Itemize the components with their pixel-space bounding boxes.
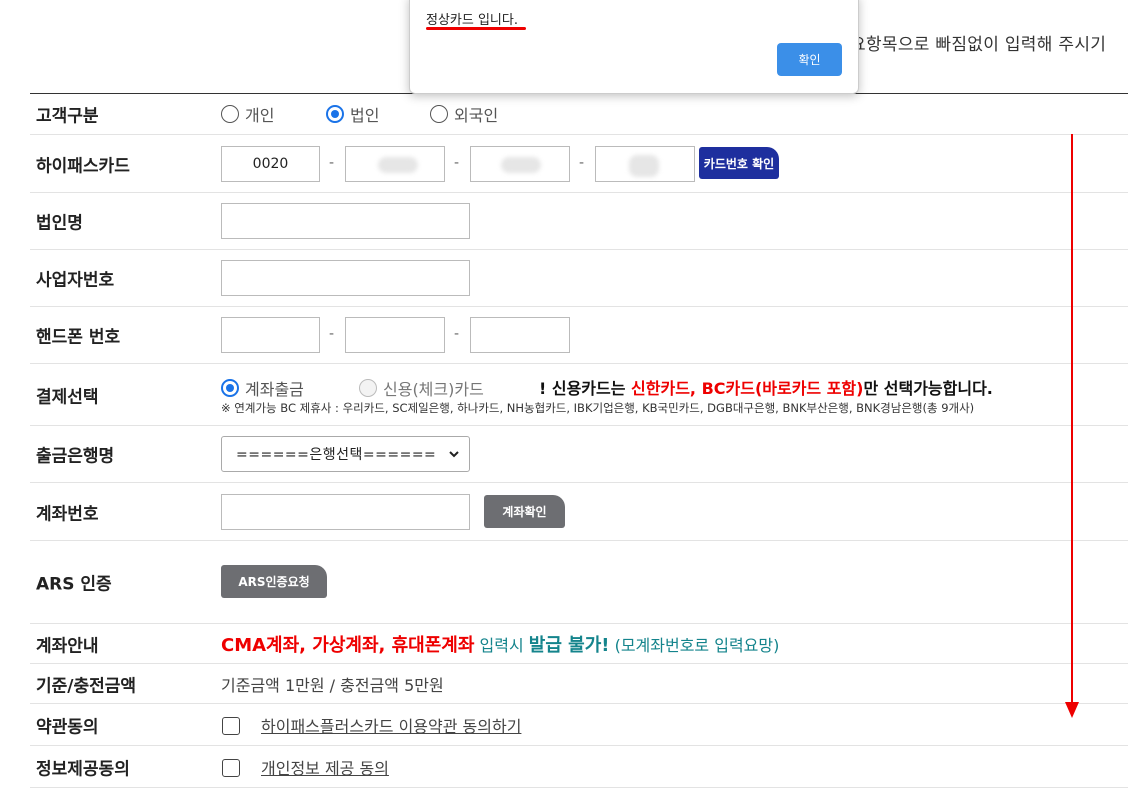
- radio-circle-checked: [221, 379, 239, 397]
- account-number-input[interactable]: [221, 494, 470, 530]
- credit-card-warning: ! 신용카드는 신한카드, BC카드(바로카드 포함)만 선택가능합니다.: [539, 379, 993, 398]
- row-biz-number: 사업자번호: [30, 250, 1128, 307]
- alert-message: 정상카드 입니다.: [426, 13, 518, 28]
- terms-link[interactable]: 하이패스플러스카드 이용약관 동의하기: [261, 713, 521, 737]
- bc-partner-note: ※ 연계가능 BC 제휴사 : 우리카드, SC제일은행, 하나카드, NH농협…: [221, 401, 975, 415]
- required-notice: 요항목으로 빠짐없이 입력해 주시기: [850, 35, 1107, 55]
- row-account: 계좌번호 계좌확인: [30, 483, 1128, 541]
- row-bank: 출금은행명 ======은행선택======: [30, 426, 1128, 483]
- alert-ok-button[interactable]: 확인: [777, 43, 842, 76]
- label-payment: 결제선택: [36, 387, 99, 407]
- label-biz-number: 사업자번호: [36, 270, 115, 291]
- privacy-checkbox[interactable]: [222, 759, 240, 777]
- chevron-down-icon: [449, 451, 459, 458]
- label-amount: 기준/충전금액: [36, 676, 137, 696]
- radio-circle-disabled: [359, 379, 377, 397]
- row-account-info: 계좌안내 CMA계좌, 가상계좌, 휴대폰계좌 입력시 발급 불가! (모계좌번…: [30, 624, 1128, 664]
- label-account-info: 계좌안내: [36, 636, 99, 656]
- label-hipass-card: 하이패스카드: [36, 156, 130, 176]
- corp-name-input[interactable]: [221, 203, 470, 239]
- biz-number-input[interactable]: [221, 260, 470, 296]
- masked-value: [629, 155, 659, 177]
- label-bank: 출금은행명: [36, 446, 115, 467]
- privacy-link[interactable]: 개인정보 제공 동의: [261, 755, 389, 779]
- alert-dialog: 정상카드 입니다. 확인: [409, 0, 859, 94]
- radio-account-withdrawal[interactable]: 계좌출금: [221, 376, 304, 400]
- radio-foreigner[interactable]: 외국인: [430, 102, 498, 126]
- ars-request-button[interactable]: ARS인증요청: [221, 565, 327, 598]
- radio-circle-checked: [326, 105, 344, 123]
- radio-corporate[interactable]: 법인: [326, 102, 379, 126]
- phone-part1[interactable]: [221, 317, 320, 353]
- row-amount: 기준/충전금액 기준금액 1만원 / 충전금액 5만원: [30, 664, 1128, 704]
- label-phone: 핸드폰 번호: [36, 327, 121, 348]
- masked-value: [378, 157, 418, 173]
- red-underline-annotation: [426, 27, 526, 30]
- red-arrow-down-icon: [1065, 134, 1079, 718]
- terms-checkbox[interactable]: [222, 717, 240, 735]
- row-payment: 결제선택 계좌출금 신용(체크)카드 ! 신용카드는 신한카드, BC카드(바로…: [30, 364, 1128, 426]
- label-terms: 약관동의: [36, 717, 99, 737]
- row-corp-name: 법인명: [30, 193, 1128, 250]
- label-corp-name: 법인명: [36, 213, 83, 234]
- label-ars: ARS 인증: [36, 574, 112, 595]
- masked-value: [501, 157, 541, 173]
- label-privacy: 정보제공동의: [36, 759, 130, 779]
- card-verify-button[interactable]: 카드번호 확인: [699, 147, 779, 179]
- row-hipass-card: 하이패스카드 - - - 카드번호 확인: [30, 135, 1128, 193]
- row-phone: 핸드폰 번호 - -: [30, 307, 1128, 364]
- application-form: 고객구분 개인 법인 외국인 하이패스카드 - -: [30, 93, 1128, 788]
- phone-part2[interactable]: [345, 317, 445, 353]
- row-ars: ARS 인증 ARS인증요청: [30, 541, 1128, 624]
- radio-circle: [430, 105, 448, 123]
- account-verify-button[interactable]: 계좌확인: [484, 495, 565, 528]
- row-customer-type: 고객구분 개인 법인 외국인: [30, 94, 1128, 135]
- label-account: 계좌번호: [36, 504, 99, 524]
- label-customer-type: 고객구분: [36, 106, 99, 127]
- amount-text: 기준금액 1만원 / 충전금액 5만원: [221, 675, 444, 695]
- row-privacy: 정보제공동의 개인정보 제공 동의: [30, 746, 1128, 788]
- radio-circle: [221, 105, 239, 123]
- account-info-text: CMA계좌, 가상계좌, 휴대폰계좌 입력시 발급 불가! (모계좌번호로 입력…: [221, 634, 780, 656]
- bank-select[interactable]: ======은행선택======: [221, 436, 470, 472]
- radio-individual[interactable]: 개인: [221, 102, 274, 126]
- row-terms: 약관동의 하이패스플러스카드 이용약관 동의하기: [30, 704, 1128, 746]
- radio-credit-card[interactable]: 신용(체크)카드: [359, 376, 484, 400]
- phone-part3[interactable]: [470, 317, 570, 353]
- card-number-part1[interactable]: [221, 146, 320, 182]
